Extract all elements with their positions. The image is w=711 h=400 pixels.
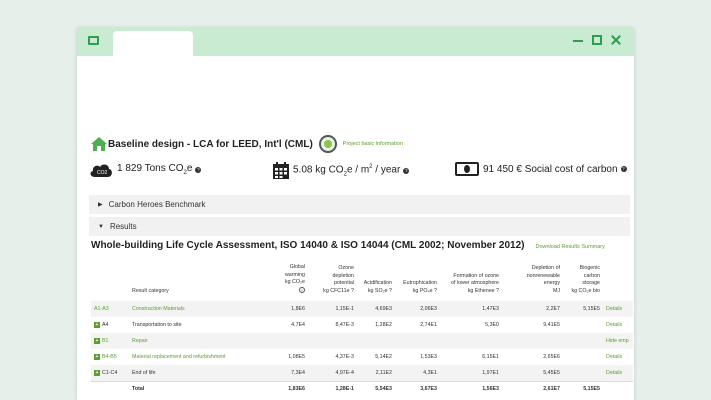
section-results[interactable]: ▼ Results <box>89 217 630 236</box>
expand-plus-icon[interactable]: + <box>94 338 100 344</box>
details-link[interactable]: Details <box>603 317 633 333</box>
section-label: Carbon Heroes Benchmark <box>108 200 206 209</box>
expand-plus-icon[interactable]: + <box>94 322 100 328</box>
close-icon[interactable] <box>609 33 623 47</box>
calendar-icon <box>273 162 289 179</box>
money-icon <box>455 162 479 176</box>
title-bar <box>77 27 634 56</box>
col-result-category: Result category <box>132 287 169 294</box>
download-results-link[interactable]: Download Results Summary <box>536 244 605 250</box>
kpi-carbon-intensity: 5.08 kg CO2e / m2 / year ? <box>273 162 410 179</box>
kpi-social-cost-value: 91 450 € Social cost of carbon <box>483 163 618 175</box>
col-biogenic-carbon: Biogenic carbon storage kg CO₂e bio <box>571 265 600 294</box>
app-window: Baseline design - LCA for LEED, Int'l (C… <box>77 27 634 400</box>
kpi-carbon-intensity-value: 5.08 kg CO <box>293 164 344 176</box>
design-header: Baseline design - LCA for LEED, Int'l (C… <box>91 134 403 154</box>
kpi-total-carbon-value: 1 829 Tons CO <box>117 163 184 174</box>
col-energy-depletion: Depletion of nonrenewable energy MJ <box>526 265 560 294</box>
details-link[interactable]: Details <box>603 349 633 365</box>
window-icon <box>88 36 99 45</box>
cloud-co2-icon: CO2 <box>90 164 112 177</box>
table-row: A1-A3 Construction Materials 1,8E6 1,15E… <box>91 301 633 317</box>
page-content: Baseline design - LCA for LEED, Int'l (C… <box>77 56 634 400</box>
col-ozone-depletion: Ozone depletion potential kg CFC11e ? <box>323 265 354 294</box>
table-row: + C1-C4 End of life 7,3E4 4,97E-4 2,11E2 … <box>91 365 633 381</box>
project-info-link[interactable]: Project basic information <box>343 141 403 147</box>
minimize-icon[interactable] <box>571 33 585 47</box>
col-ozone-formation: Formation of ozone of lower atmosphere kg … <box>451 272 499 294</box>
kpi-social-cost: 91 450 € Social cost of carbon ? <box>455 162 627 176</box>
category-link[interactable]: Repair <box>129 333 267 349</box>
help-icon[interactable]: ? <box>195 166 202 173</box>
table-row: + B1 Repair Hide emp <box>91 333 633 349</box>
table-total-row: Total 1,83E6 1,28E-1 5,54E3 3,67E3 1,56E… <box>91 380 633 397</box>
kpi-total-carbon: CO2 1 829 Tons CO2e ? <box>89 162 202 177</box>
results-header: Whole-building Life Cycle Assessment, IS… <box>91 240 605 251</box>
browser-tab[interactable] <box>113 31 193 56</box>
svg-text:CO2: CO2 <box>97 170 108 176</box>
details-link[interactable]: Details <box>603 301 633 317</box>
category-link[interactable]: Material replacement and refurbishment <box>129 349 267 365</box>
expand-plus-icon[interactable]: + <box>94 369 100 376</box>
maximize-icon[interactable] <box>590 33 604 47</box>
home-icon <box>91 137 107 151</box>
table-header-row: Result category Global warming kg CO₂e? Oz… <box>91 264 633 301</box>
hide-empty-link[interactable]: Hide emp <box>603 333 633 349</box>
col-acidification: Acidification kg SO₂e ? <box>363 280 392 294</box>
table-row: + B4-B5 Material replacement and refurbis… <box>91 349 633 365</box>
design-title: Baseline design - LCA for LEED, Int'l (C… <box>108 138 313 150</box>
section-label: Results <box>109 222 137 231</box>
results-title: Whole-building Life Cycle Assessment, IS… <box>91 240 525 251</box>
chevron-right-icon: ▶ <box>98 202 103 208</box>
results-table: Result category Global warming kg CO₂e? Oz… <box>91 264 633 397</box>
chevron-down-icon: ▼ <box>98 223 104 230</box>
help-icon[interactable]: ? <box>620 166 627 172</box>
col-eutrophication: Eutrophication kg PO₄e ? <box>403 280 437 294</box>
certification-badge-icon <box>318 135 337 153</box>
category-link[interactable]: Construction Materials <box>129 301 267 317</box>
details-link[interactable]: Details <box>603 365 633 381</box>
table-row: + A4 Transportation to site 4,7E4 8,47E-3… <box>91 317 633 333</box>
expand-plus-icon[interactable]: + <box>94 354 100 360</box>
help-icon[interactable]: ? <box>403 167 410 174</box>
col-global-warming: Global warming kg CO₂e? <box>284 264 305 293</box>
section-carbon-heroes[interactable]: ▶ Carbon Heroes Benchmark <box>89 195 630 214</box>
